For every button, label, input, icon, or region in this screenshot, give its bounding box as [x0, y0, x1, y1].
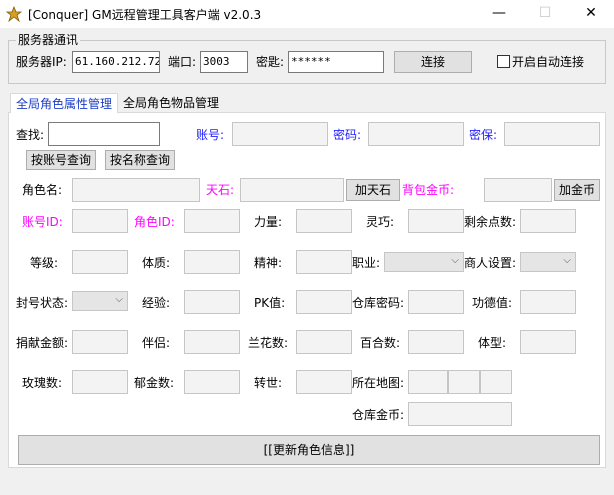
rebirth-field[interactable]: [296, 370, 352, 394]
tulip-label: 郁金数:: [134, 376, 175, 390]
spirit-field[interactable]: [296, 250, 352, 274]
bag-gold-label: 背包金币:: [402, 183, 455, 197]
level-label: 等级:: [30, 256, 59, 270]
tab-role-attributes[interactable]: 全局角色属性管理: [10, 93, 118, 113]
account-field[interactable]: [232, 122, 328, 146]
password-field[interactable]: [368, 122, 464, 146]
orchid-field[interactable]: [296, 330, 352, 354]
key-label: 密匙:: [256, 55, 285, 69]
warehouse-gold-label: 仓库金币:: [352, 408, 405, 422]
map-x-field[interactable]: [448, 370, 480, 394]
role-id-field[interactable]: [184, 209, 240, 233]
security-field[interactable]: [504, 122, 600, 146]
pk-label: PK值:: [254, 296, 286, 310]
account-id-label: 账号ID:: [22, 215, 63, 229]
rose-label: 玫瑰数:: [22, 376, 63, 390]
account-id-field[interactable]: [72, 209, 128, 233]
query-by-name-button[interactable]: 按名称查询: [105, 150, 175, 170]
level-field[interactable]: [72, 250, 128, 274]
physique-field[interactable]: [184, 250, 240, 274]
experience-label: 经验:: [142, 296, 171, 310]
find-input[interactable]: [48, 122, 160, 146]
security-label: 密保:: [469, 128, 498, 142]
query-by-account-button[interactable]: 按账号查询: [26, 150, 96, 170]
donation-label: 捐献金额:: [16, 336, 69, 350]
agility-label: 灵巧:: [366, 215, 395, 229]
tab-role-items[interactable]: 全局角色物品管理: [120, 93, 222, 113]
profession-label: 职业:: [352, 256, 381, 270]
update-role-button[interactable]: [[更新角色信息]]: [18, 435, 600, 465]
maximize-button[interactable]: ☐: [522, 0, 568, 28]
remaining-points-field[interactable]: [520, 209, 576, 233]
role-id-label: 角色ID:: [134, 215, 175, 229]
merchant-select[interactable]: ⌵: [520, 252, 576, 272]
ban-status-label: 封号状态:: [16, 296, 69, 310]
app-icon: [6, 6, 22, 22]
body-type-field[interactable]: [520, 330, 576, 354]
close-button[interactable]: ✕: [568, 0, 614, 28]
orchid-label: 兰花数:: [248, 336, 289, 350]
chevron-down-icon: ⌵: [451, 255, 459, 266]
experience-field[interactable]: [184, 290, 240, 314]
warehouse-pwd-label: 仓库密码:: [352, 296, 405, 310]
merit-label: 功德值:: [472, 296, 513, 310]
warehouse-gold-field[interactable]: [408, 402, 512, 426]
server-group-title: 服务器通讯: [16, 32, 81, 48]
merchant-label: 商人设置:: [464, 256, 517, 270]
role-name-label: 角色名:: [22, 183, 63, 197]
port-field[interactable]: 3003: [200, 51, 248, 73]
bag-gold-field[interactable]: [484, 178, 552, 202]
physique-label: 体质:: [142, 256, 171, 270]
map-label: 所在地图:: [352, 376, 405, 390]
remaining-points-label: 剩余点数:: [464, 215, 517, 229]
profession-select[interactable]: ⌵: [384, 252, 464, 272]
strength-label: 力量:: [254, 215, 283, 229]
minimize-button[interactable]: —: [476, 0, 522, 28]
window-title: [Conquer] GM远程管理工具客户端 v2.0.3: [28, 8, 262, 22]
port-label: 端口:: [168, 55, 197, 69]
pk-field[interactable]: [296, 290, 352, 314]
lily-field[interactable]: [408, 330, 464, 354]
merit-field[interactable]: [520, 290, 576, 314]
password-label: 密码:: [333, 128, 362, 142]
tianshi-label: 天石:: [206, 183, 235, 197]
key-field[interactable]: ******: [288, 51, 384, 73]
warehouse-pwd-field[interactable]: [408, 290, 464, 314]
rose-field[interactable]: [72, 370, 128, 394]
find-label: 查找:: [16, 128, 45, 142]
rebirth-label: 转世:: [254, 376, 283, 390]
tulip-field[interactable]: [184, 370, 240, 394]
map-y-field[interactable]: [480, 370, 512, 394]
partner-field[interactable]: [184, 330, 240, 354]
add-tianshi-button[interactable]: 加天石: [346, 179, 400, 201]
body-type-label: 体型:: [478, 336, 507, 350]
tianshi-field[interactable]: [240, 178, 344, 202]
partner-label: 伴侣:: [142, 336, 171, 350]
connect-button[interactable]: 连接: [394, 51, 472, 73]
server-ip-field[interactable]: 61.160.212.72: [72, 51, 160, 73]
chevron-down-icon: ⌵: [563, 255, 571, 266]
map-id-field[interactable]: [408, 370, 448, 394]
account-label: 账号:: [196, 128, 225, 142]
agility-field[interactable]: [408, 209, 464, 233]
auto-connect-checkbox[interactable]: [497, 55, 510, 68]
server-ip-label: 服务器IP:: [16, 55, 67, 69]
ban-status-select[interactable]: ⌵: [72, 291, 128, 311]
lily-label: 百合数:: [360, 336, 401, 350]
chevron-down-icon: ⌵: [115, 294, 123, 305]
strength-field[interactable]: [296, 209, 352, 233]
add-gold-button[interactable]: 加金币: [554, 179, 600, 201]
donation-field[interactable]: [72, 330, 128, 354]
role-name-field[interactable]: [72, 178, 200, 202]
auto-connect-label: 开启自动连接: [512, 55, 585, 69]
spirit-label: 精神:: [254, 256, 283, 270]
